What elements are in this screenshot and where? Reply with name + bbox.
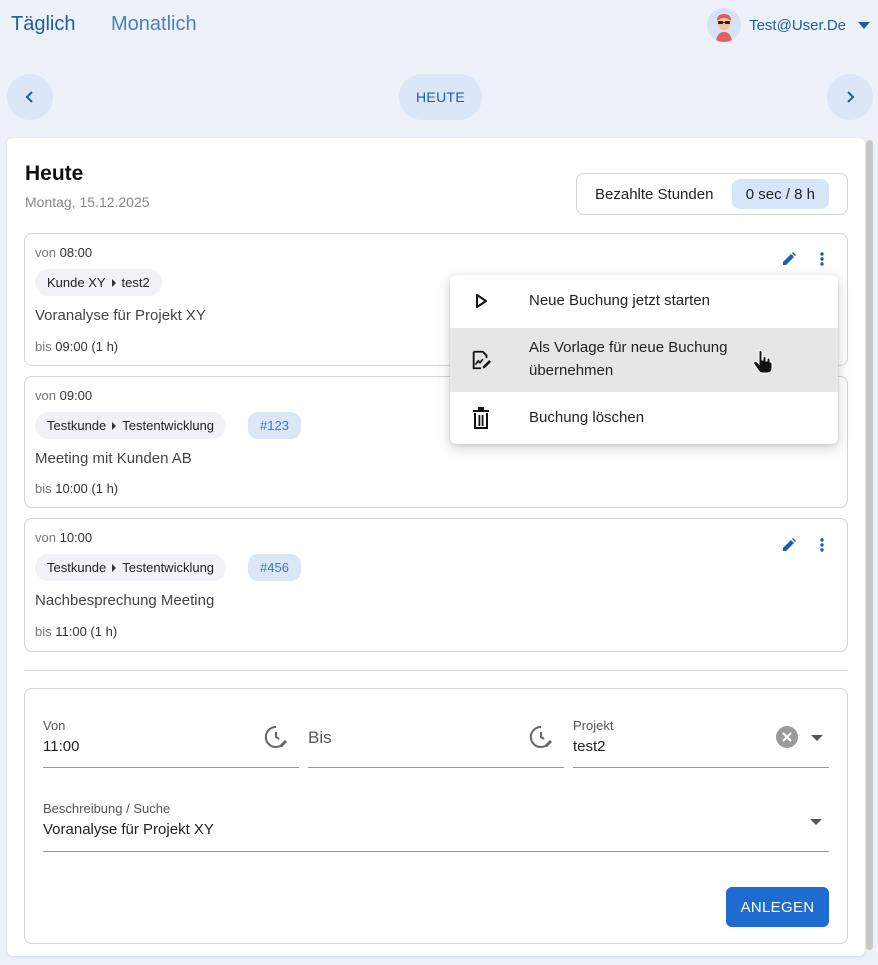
ticket-tag: #456 <box>248 554 301 581</box>
edit-icon[interactable] <box>779 535 799 555</box>
next-day-button[interactable] <box>827 74 873 120</box>
beschreibung-value[interactable]: Voranalyse für Projekt XY <box>43 821 214 838</box>
divider <box>24 670 848 671</box>
menu-item-use-as-template[interactable]: Als Vorlage für neue Buchung übernehmen <box>450 328 838 392</box>
tab-monthly[interactable]: Monatlich <box>111 13 197 36</box>
entry-description: Voranalyse für Projekt XY <box>35 307 206 324</box>
entry-from: von 10:00 <box>35 530 93 545</box>
chevron-down-icon[interactable] <box>810 819 822 825</box>
caret-right-icon <box>111 278 116 287</box>
ticket-tag: #123 <box>248 412 301 439</box>
top-navigation: Täglich Monatlich Test@User.De <box>0 0 878 50</box>
von-value[interactable]: 11:00 <box>43 738 79 755</box>
projekt-value[interactable]: test2 <box>573 738 606 755</box>
chevron-left-icon <box>25 91 33 103</box>
booking-entry[interactable]: von 10:00 Testkunde Testentwicklung #456 … <box>24 518 848 652</box>
projekt-field[interactable]: Projekt test2 <box>573 712 829 768</box>
von-label: Von <box>43 718 66 733</box>
avatar <box>707 8 742 42</box>
chevron-down-icon[interactable] <box>858 21 870 29</box>
hand-cursor-icon <box>753 350 773 374</box>
bis-placeholder[interactable]: Bis <box>308 728 332 748</box>
entry-from: von 09:00 <box>35 388 93 403</box>
chevron-down-icon[interactable] <box>811 735 823 741</box>
caret-right-icon <box>112 563 117 572</box>
scrollbar[interactable] <box>866 140 873 950</box>
play-icon <box>470 290 492 312</box>
entry-to: bis 10:00 (1 h) <box>35 481 119 496</box>
page-title: Heute <box>25 162 84 185</box>
trash-icon <box>470 407 492 429</box>
bis-field[interactable]: Bis <box>308 712 564 768</box>
clear-icon[interactable] <box>776 726 798 748</box>
beschreibung-field[interactable]: Beschreibung / Suche Voranalyse für Proj… <box>43 796 829 852</box>
entry-description: Meeting mit Kunden AB <box>35 450 192 467</box>
menu-item-start-booking[interactable]: Neue Buchung jetzt starten <box>450 275 838 328</box>
entry-from: von 08:00 <box>35 245 93 260</box>
day-date: Montag, 15.12.2025 <box>25 194 150 210</box>
more-vertical-icon[interactable] <box>812 535 832 555</box>
entry-to: bis 09:00 (1 h) <box>35 339 119 354</box>
clock-edit-icon[interactable] <box>264 725 288 749</box>
user-menu[interactable]: Test@User.De <box>707 8 870 42</box>
von-field[interactable]: Von 11:00 <box>43 712 299 768</box>
caret-right-icon <box>112 421 117 430</box>
today-button[interactable]: HEUTE <box>399 74 482 120</box>
project-chip: Testkunde Testentwicklung <box>35 554 227 581</box>
tab-daily[interactable]: Täglich <box>11 13 75 36</box>
entry-to: bis 11:00 (1 h) <box>35 624 118 639</box>
projekt-label: Projekt <box>573 718 614 733</box>
project-chip: Kunde XY test2 <box>35 269 162 296</box>
paid-hours-label: Bezahlte Stunden <box>595 185 714 203</box>
more-vertical-icon[interactable] <box>812 249 832 269</box>
user-email[interactable]: Test@User.De <box>749 17 846 34</box>
previous-day-button[interactable] <box>7 74 53 120</box>
entry-description: Nachbesprechung Meeting <box>35 592 215 609</box>
edit-icon[interactable] <box>779 249 799 269</box>
beschreibung-label: Beschreibung / Suche <box>43 801 171 816</box>
menu-item-delete-booking[interactable]: Buchung löschen <box>450 392 838 444</box>
paid-hours-value: 0 sec / 8 h <box>731 179 829 209</box>
template-icon <box>470 349 492 371</box>
project-chip: Testkunde Testentwicklung <box>35 412 227 439</box>
anlegen-button[interactable]: ANLEGEN <box>726 887 829 927</box>
context-menu: Neue Buchung jetzt starten Als Vorlage f… <box>450 275 838 444</box>
clock-edit-icon[interactable] <box>529 725 553 749</box>
chevron-right-icon <box>847 91 855 103</box>
paid-hours-box: Bezahlte Stunden 0 sec / 8 h <box>576 173 848 215</box>
